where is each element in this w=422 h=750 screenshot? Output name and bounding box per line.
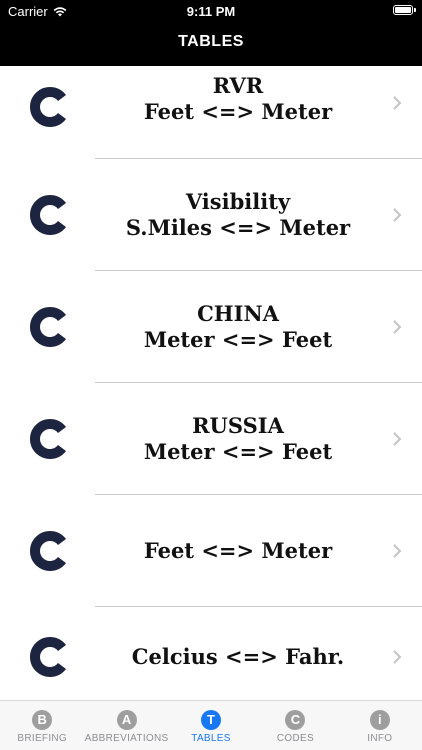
- list-item[interactable]: CHINA Meter <=> Feet: [0, 271, 422, 383]
- tab-briefing[interactable]: B BRIEFING: [0, 701, 84, 750]
- tab-label: CODES: [276, 733, 314, 744]
- clock: 9:11 PM: [186, 4, 236, 19]
- c-logo-icon: [30, 195, 66, 235]
- list-item[interactable]: RVR Feet <=> Meter: [0, 66, 422, 159]
- list-item-label: RUSSIA Meter <=> Feet: [143, 413, 333, 464]
- chevron-right-icon: [393, 544, 402, 558]
- list-item-label: RVR Feet <=> Meter: [143, 73, 333, 124]
- briefing-icon: B: [32, 710, 53, 730]
- c-logo-icon: [30, 87, 66, 127]
- codes-icon: C: [285, 710, 306, 730]
- list-item-label: Feet <=> Meter: [143, 538, 333, 563]
- c-logo-icon: [30, 307, 66, 347]
- tab-label: ABBREVIATIONS: [84, 733, 169, 744]
- page-title: TABLES: [178, 33, 244, 50]
- tab-abbreviations[interactable]: A ABBREVIATIONS: [84, 701, 168, 750]
- list-item[interactable]: RUSSIA Meter <=> Feet: [0, 383, 422, 495]
- header: Carrier 9:11 PM TABLES: [0, 0, 422, 66]
- tab-label: BRIEFING: [17, 733, 68, 744]
- tab-label: TABLES: [191, 733, 231, 744]
- status-bar: Carrier 9:11 PM: [0, 0, 422, 24]
- c-logo-icon: [30, 637, 66, 677]
- tab-codes[interactable]: C CODES: [253, 701, 337, 750]
- abbreviations-icon: A: [116, 710, 137, 730]
- chevron-right-icon: [393, 96, 402, 110]
- tables-list[interactable]: RVR Feet <=> Meter Visibility S.Miles <=…: [0, 66, 422, 700]
- tab-tables[interactable]: T TABLES: [169, 701, 253, 750]
- chevron-right-icon: [393, 208, 402, 222]
- tab-label: INFO: [367, 733, 393, 744]
- battery-icon: [393, 5, 416, 15]
- chevron-right-icon: [393, 432, 402, 446]
- list-item-label: Celcius <=> Fahr.: [131, 644, 345, 669]
- tab-info[interactable]: i INFO: [338, 701, 422, 750]
- tab-bar: B BRIEFING A ABBREVIATIONS T TABLES C CO…: [0, 700, 422, 750]
- info-icon: i: [369, 710, 390, 730]
- chevron-right-icon: [393, 650, 402, 664]
- list-item[interactable]: Celcius <=> Fahr.: [0, 607, 422, 700]
- list-item[interactable]: Visibility S.Miles <=> Meter: [0, 159, 422, 271]
- list-item[interactable]: Feet <=> Meter: [0, 495, 422, 607]
- chevron-right-icon: [393, 320, 402, 334]
- tables-icon: T: [201, 710, 222, 730]
- list-item-label: Visibility S.Miles <=> Meter: [125, 189, 351, 240]
- c-logo-icon: [30, 419, 66, 459]
- list-item-label: CHINA Meter <=> Feet: [143, 301, 333, 352]
- c-logo-icon: [30, 531, 66, 571]
